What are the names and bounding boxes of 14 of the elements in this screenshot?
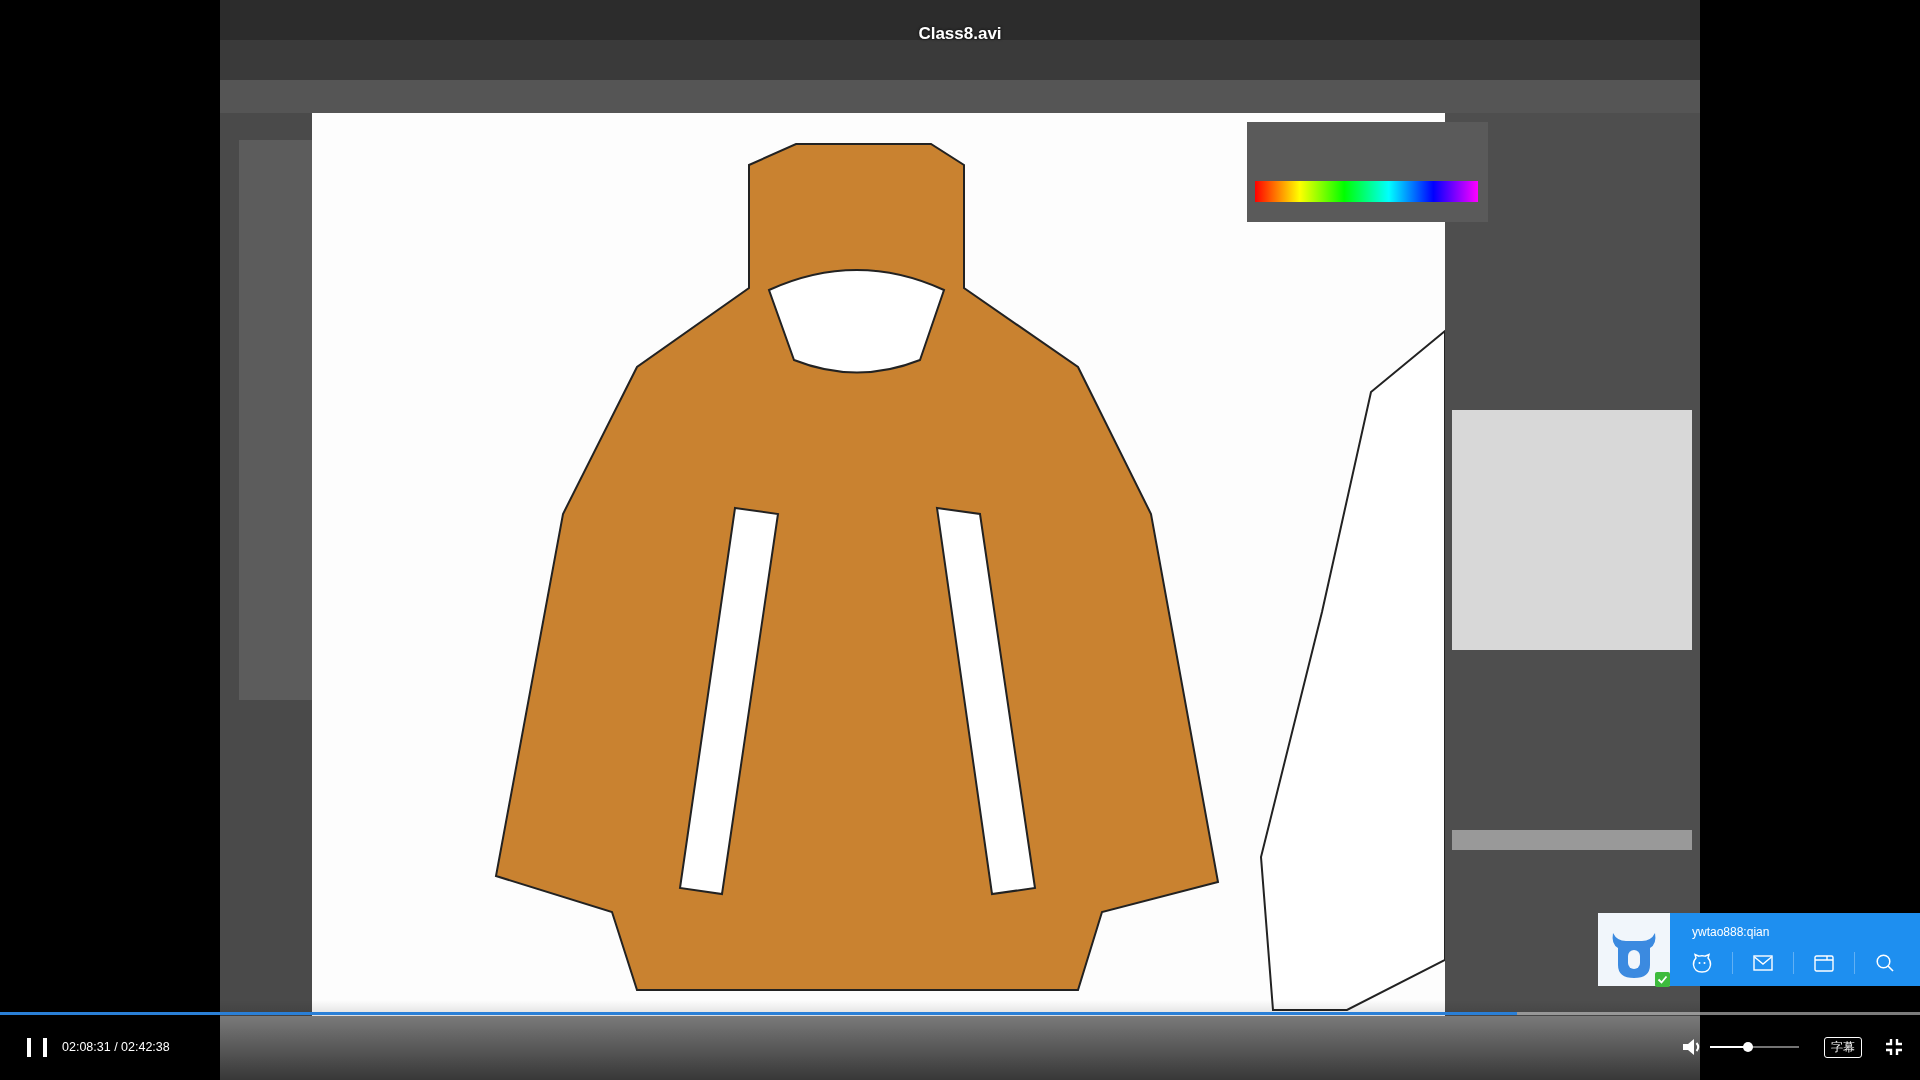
progress-track[interactable] <box>0 1012 1920 1015</box>
username: ywtao888:qian <box>1692 925 1771 939</box>
video-title: Class8.avi <box>918 24 1002 44</box>
cow-icon[interactable] <box>1598 913 1670 986</box>
exit-fullscreen-icon[interactable] <box>1886 1039 1902 1055</box>
volume-thumb[interactable] <box>1743 1042 1754 1052</box>
volume-icon[interactable] <box>1683 1039 1701 1055</box>
pause-icon[interactable] <box>27 1037 47 1057</box>
playback-time: 02:08:31 / 02:42:38 <box>62 1040 170 1054</box>
subtitle-button[interactable]: 字幕 <box>1824 1036 1862 1058</box>
mail-icon[interactable] <box>1753 955 1773 971</box>
smiley-icon[interactable] <box>1692 953 1712 973</box>
search-icon[interactable] <box>1876 954 1894 972</box>
window-icon[interactable] <box>1814 954 1834 972</box>
